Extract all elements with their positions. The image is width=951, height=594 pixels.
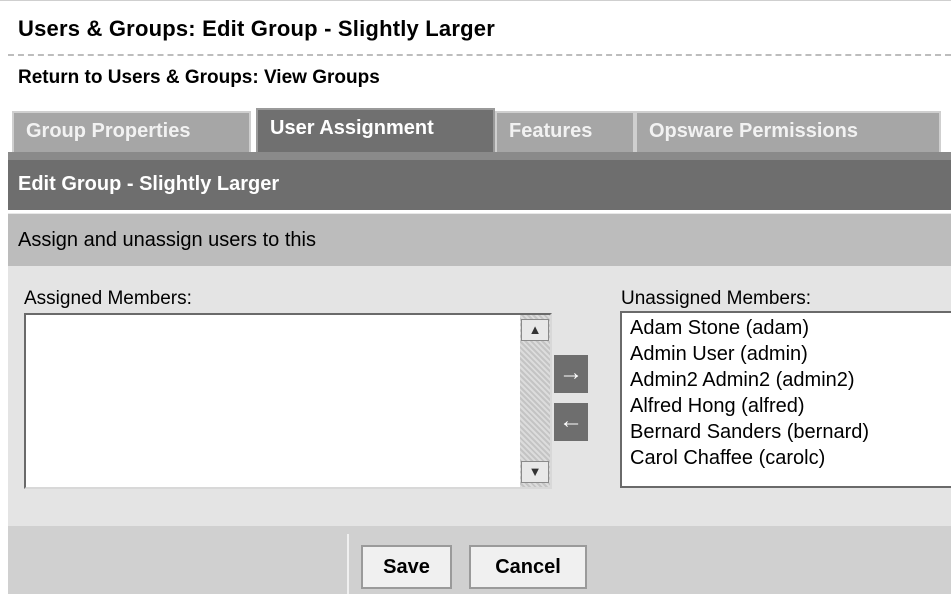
section-description: Assign and unassign users to this <box>8 213 951 266</box>
scroll-up-icon[interactable]: ▲ <box>521 319 549 341</box>
list-item[interactable]: Admin2 Admin2 (admin2) <box>630 367 951 393</box>
action-footer: Save Cancel <box>8 526 951 594</box>
assigned-list-scrollbar[interactable]: ▲ ▼ <box>520 315 550 487</box>
arrow-left-icon[interactable]: ← <box>554 403 588 441</box>
tab-underline-bar <box>8 152 951 160</box>
list-item[interactable]: Alfred Hong (alfred) <box>630 393 951 419</box>
return-link[interactable]: Users & Groups: View Groups <box>108 67 380 88</box>
tab-features[interactable]: Features <box>495 111 635 152</box>
tab-opsware-permissions[interactable]: Opsware Permissions <box>635 111 941 152</box>
unassigned-members-list[interactable]: Adam Stone (adam) Admin User (admin) Adm… <box>620 311 951 488</box>
list-item[interactable]: Carol Chaffee (carolc) <box>630 445 951 471</box>
tab-bar: Group Properties User Assignment Feature… <box>8 108 951 152</box>
scroll-down-icon[interactable]: ▼ <box>521 461 549 483</box>
tab-group-properties[interactable]: Group Properties <box>12 111 251 152</box>
save-button[interactable]: Save <box>361 545 452 589</box>
assigned-members-label: Assigned Members: <box>24 288 192 309</box>
unassigned-members-label: Unassigned Members: <box>621 288 812 309</box>
top-rule <box>0 0 951 6</box>
section-title: Edit Group - Slightly Larger <box>8 160 951 210</box>
tab-user-assignment[interactable]: User Assignment <box>256 108 495 152</box>
list-item[interactable]: Admin User (admin) <box>630 341 951 367</box>
footer-divider <box>347 534 349 594</box>
return-breadcrumb: Return to Users & Groups: View Groups <box>18 67 380 89</box>
title-divider <box>8 54 951 56</box>
list-item[interactable]: Adam Stone (adam) <box>630 315 951 341</box>
cancel-button[interactable]: Cancel <box>469 545 587 589</box>
return-prefix: Return to <box>18 67 103 88</box>
arrow-right-icon[interactable]: → <box>554 355 588 393</box>
assigned-members-list[interactable]: ▲ ▼ <box>24 313 552 489</box>
list-item[interactable]: Bernard Sanders (bernard) <box>630 419 951 445</box>
page-title: Users & Groups: Edit Group - Slightly La… <box>18 16 495 41</box>
assignment-panel: Assigned Members: ▲ ▼ → ← Unassigned Mem… <box>8 266 951 526</box>
